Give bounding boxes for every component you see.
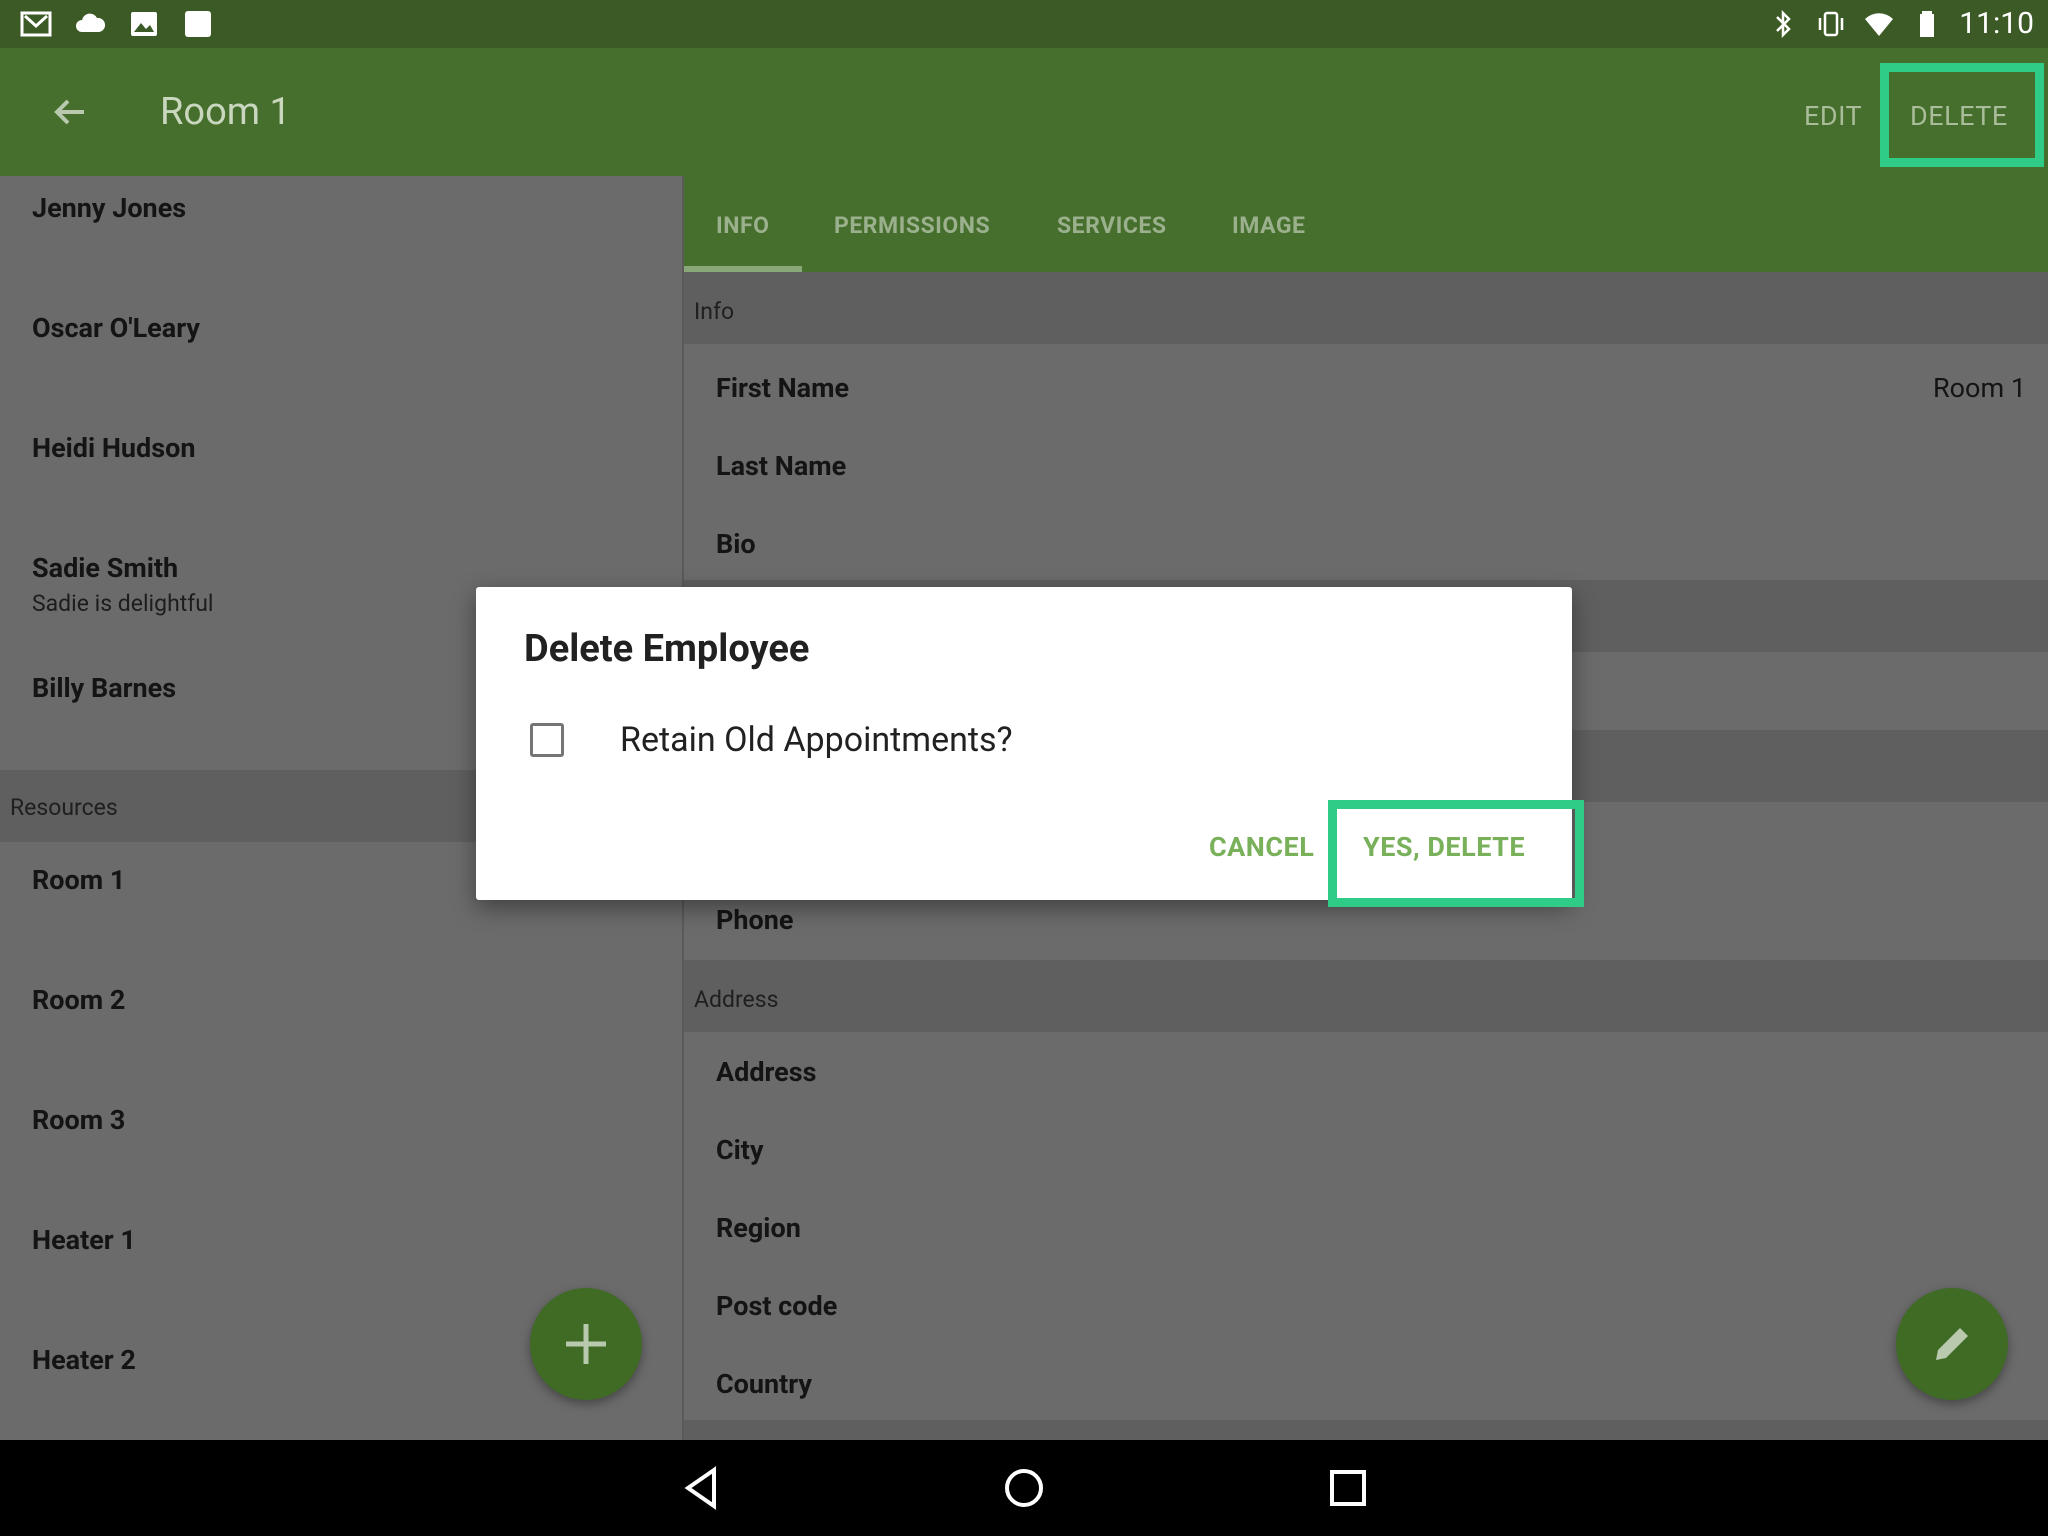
section-footer xyxy=(684,1420,2048,1440)
delete-button-highlight xyxy=(1880,63,2044,167)
list-item[interactable]: Sadie Smith xyxy=(32,552,178,584)
list-item[interactable]: Heater 1 xyxy=(32,1224,136,1256)
list-item[interactable]: Heater 2 xyxy=(32,1344,136,1376)
address-label: Address xyxy=(716,1056,817,1088)
edit-button[interactable]: EDIT xyxy=(1804,100,1862,132)
info-header-label: Info xyxy=(694,298,735,325)
wifi-icon xyxy=(1863,8,1895,40)
address-header-label: Address xyxy=(694,986,779,1013)
plus-icon xyxy=(566,1324,606,1364)
post-code-label: Post code xyxy=(716,1290,838,1322)
cloud-icon xyxy=(74,8,106,40)
country-label: Country xyxy=(716,1368,813,1400)
last-name-label: Last Name xyxy=(716,450,847,482)
bluetooth-icon xyxy=(1767,8,1799,40)
back-icon[interactable] xyxy=(678,1464,726,1512)
list-item[interactable]: Room 2 xyxy=(32,984,125,1016)
list-item[interactable]: Oscar O'Leary xyxy=(32,312,200,344)
list-item[interactable]: Billy Barnes xyxy=(32,672,176,704)
resources-header-label: Resources xyxy=(10,794,118,821)
notification-icons xyxy=(20,8,214,40)
list-item[interactable]: Room 1 xyxy=(32,864,125,896)
battery-icon xyxy=(1911,8,1943,40)
image-icon xyxy=(128,8,160,40)
system-icons: 11:10 xyxy=(1767,6,2034,41)
info-section-header: Info xyxy=(684,272,2048,344)
gmail-icon xyxy=(20,8,52,40)
tab-permissions[interactable]: PERMISSIONS xyxy=(834,212,990,239)
home-icon[interactable] xyxy=(1000,1464,1048,1512)
list-item[interactable]: Jenny Jones xyxy=(32,192,186,224)
vibrate-icon xyxy=(1815,8,1847,40)
first-name-label: First Name xyxy=(716,372,850,404)
list-item[interactable]: Room 3 xyxy=(32,1104,125,1136)
edit-fab[interactable] xyxy=(1896,1288,2008,1400)
bio-label: Bio xyxy=(716,528,756,560)
first-name-value: Room 1 xyxy=(1933,372,2026,404)
tab-image[interactable]: IMAGE xyxy=(1232,212,1305,239)
pencil-icon xyxy=(1936,1328,1968,1360)
page-title: Room 1 xyxy=(160,90,291,134)
dialog-title: Delete Employee xyxy=(524,627,810,671)
address-section-header: Address xyxy=(684,960,2048,1032)
tab-bar: INFO PERMISSIONS SERVICES IMAGE xyxy=(684,176,2048,272)
clock: 11:10 xyxy=(1959,6,2034,41)
navigation-bar xyxy=(0,1440,2048,1536)
cancel-button[interactable]: CANCEL xyxy=(1209,831,1314,863)
back-arrow-icon[interactable] xyxy=(48,90,92,134)
city-label: City xyxy=(716,1134,764,1166)
retain-appointments-label[interactable]: Retain Old Appointments? xyxy=(620,720,1013,760)
list-item-subtitle: Sadie is delightful xyxy=(32,590,214,617)
recents-icon[interactable] xyxy=(1324,1464,1372,1512)
list-item[interactable]: Heidi Hudson xyxy=(32,432,195,464)
retain-appointments-checkbox[interactable] xyxy=(530,723,564,757)
square-icon xyxy=(182,8,214,40)
app-bar: Room 1 EDIT DELETE xyxy=(0,48,2048,176)
status-bar: 11:10 xyxy=(0,0,2048,48)
phone-label: Phone xyxy=(716,904,794,936)
region-label: Region xyxy=(716,1212,801,1244)
confirm-delete-highlight xyxy=(1328,800,1584,907)
tab-services[interactable]: SERVICES xyxy=(1057,212,1167,239)
tab-info[interactable]: INFO xyxy=(716,212,769,239)
add-button[interactable] xyxy=(530,1288,642,1400)
